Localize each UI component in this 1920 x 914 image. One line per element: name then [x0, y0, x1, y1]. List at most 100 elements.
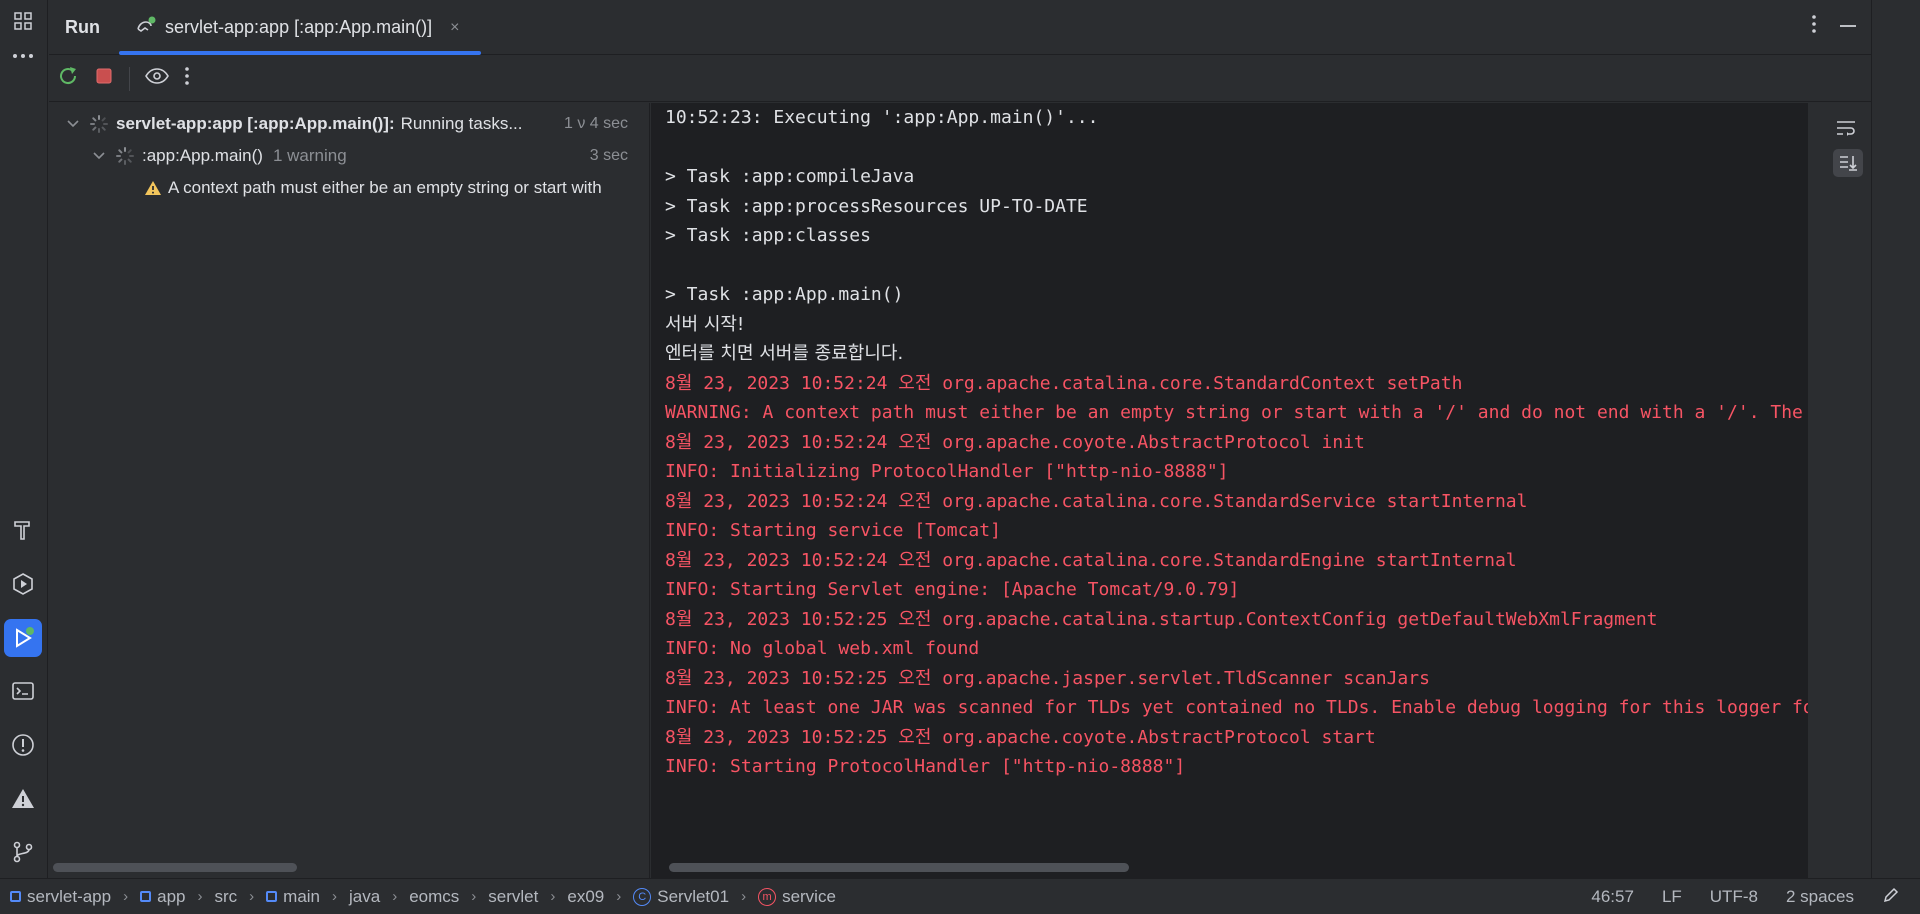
chevron-right-icon: ›: [550, 888, 556, 905]
console-line: 서버 시작!: [665, 313, 745, 335]
run-tool-header: Run servlet-app:app [:app:App.main()] ×: [49, 0, 1871, 55]
breadcrumb-label: ex09: [567, 886, 605, 906]
console-line: 8월 23, 2023 10:52:25 오전 org.apache.catal…: [665, 608, 1658, 630]
stop-icon[interactable]: [93, 65, 115, 92]
tree-root-time: 1 ν 4 sec: [563, 115, 628, 132]
console-horizontal-scrollbar[interactable]: [669, 863, 1129, 872]
active-tab-underline: [119, 51, 481, 55]
line-ending[interactable]: LF: [1662, 887, 1682, 907]
chevron-right-icon: ›: [123, 888, 129, 905]
chevron-right-icon: ›: [249, 888, 255, 905]
tab-servlet-app[interactable]: servlet-app:app [:app:App.main()] ×: [119, 0, 481, 55]
breadcrumb-item[interactable]: app: [140, 887, 185, 907]
right-tool-strip: [1871, 0, 1920, 878]
chevron-right-icon: ›: [197, 888, 203, 905]
console-lines: 10:52:23: Executing ':app:App.main()'...…: [665, 103, 1808, 782]
breadcrumb-item[interactable]: eomcs: [409, 887, 459, 907]
tree-child-name: :app:App.main(): [142, 146, 263, 165]
tab-close-icon[interactable]: ×: [450, 19, 459, 37]
breadcrumb-label: Servlet01: [657, 886, 730, 906]
module-icon: [266, 891, 278, 902]
tree-horizontal-scrollbar[interactable]: [53, 863, 297, 872]
console-line: INFO: Initializing ProtocolHandler ["htt…: [665, 461, 1229, 482]
module-icon: [10, 891, 21, 902]
toolbar-more-icon[interactable]: [184, 66, 190, 91]
chevron-right-icon: ›: [332, 888, 338, 905]
spinner-icon: [116, 147, 134, 165]
console-line: INFO: Starting service [Tomcat]: [665, 520, 1001, 541]
console-side-actions: [1808, 103, 1871, 878]
run-toolbar: [49, 56, 1871, 102]
run-tool-icon[interactable]: [4, 619, 42, 657]
breadcrumb-label: eomcs: [409, 886, 460, 906]
console-line: > Task :app:App.main(): [665, 284, 904, 305]
console-output[interactable]: 10:52:23: Executing ':app:App.main()'...…: [651, 103, 1808, 878]
console-line: WARNING: A context path must either be a…: [665, 402, 1803, 423]
tree-warning-row[interactable]: A context path must either be an empty s…: [49, 172, 649, 204]
console-line: 8월 23, 2023 10:52:24 오전 org.apache.catal…: [665, 549, 1517, 571]
view-eye-icon[interactable]: [144, 66, 170, 91]
console-line: 8월 23, 2023 10:52:25 오전 org.apache.jaspe…: [665, 667, 1430, 689]
console-line: 8월 23, 2023 10:52:25 오전 org.apache.coyot…: [665, 726, 1376, 748]
scroll-to-end-icon[interactable]: [1833, 149, 1863, 177]
console-line: 8월 23, 2023 10:52:24 오전 org.apache.coyot…: [665, 431, 1365, 453]
class-icon: C: [633, 887, 652, 906]
git-branch-icon[interactable]: [4, 833, 42, 871]
breadcrumb-label: app: [157, 886, 186, 906]
breadcrumb-item[interactable]: ex09: [567, 887, 604, 907]
breadcrumb-item[interactable]: java: [349, 887, 380, 907]
tree-root-status: Running tasks...: [400, 114, 523, 133]
breadcrumb-item[interactable]: C Servlet01: [633, 887, 729, 907]
tree-warning-text: A context path must either be an empty s…: [168, 178, 602, 197]
indent-setting[interactable]: 2 spaces: [1786, 887, 1854, 907]
breadcrumb-item[interactable]: servlet-app: [10, 887, 111, 907]
more-tools-icon[interactable]: [4, 37, 42, 75]
file-encoding[interactable]: UTF-8: [1710, 887, 1758, 907]
console-line: > Task :app:compileJava: [665, 166, 915, 187]
console-line: INFO: Starting Servlet engine: [Apache T…: [665, 579, 1240, 600]
chevron-down-icon[interactable]: [92, 152, 106, 160]
project-grid-icon[interactable]: [4, 2, 42, 40]
toolbar-separator: [129, 66, 130, 91]
minimize-icon[interactable]: [1839, 14, 1857, 39]
run-tool-title: Run: [65, 17, 100, 37]
tree-child-time: 3 sec: [589, 147, 628, 164]
chevron-right-icon: ›: [471, 888, 477, 905]
read-only-toggle-icon[interactable]: [1882, 886, 1900, 909]
chevron-right-icon: ›: [616, 888, 622, 905]
build-hammer-icon[interactable]: [4, 511, 42, 549]
chevron-right-icon: ›: [392, 888, 398, 905]
breadcrumb-label: servlet: [488, 886, 539, 906]
breadcrumb-item[interactable]: src: [214, 887, 237, 907]
breadcrumb-label: servlet-app: [27, 886, 112, 906]
options-kebab-icon[interactable]: [1811, 14, 1817, 39]
tree-root-row[interactable]: servlet-app:app [:app:App.main()]: Runni…: [49, 108, 649, 140]
build-tree-panel: servlet-app:app [:app:App.main()]: Runni…: [49, 103, 650, 878]
tree-root-name: servlet-app:app [:app:App.main()]:: [116, 114, 395, 133]
rerun-icon[interactable]: [57, 65, 79, 92]
breadcrumb-item[interactable]: m service: [758, 887, 836, 907]
chevron-right-icon: ›: [741, 888, 747, 905]
breadcrumb-item[interactable]: servlet: [488, 887, 538, 907]
breadcrumb-label: service: [782, 886, 836, 906]
status-bar: servlet-app › app › src › main › java › eomcs › serv…: [0, 878, 1920, 914]
console-line: INFO: Starting ProtocolHandler ["http-ni…: [665, 756, 1186, 777]
breadcrumb-item[interactable]: main: [266, 887, 320, 907]
tree-child-row[interactable]: :app:App.main() 1 warning 3 sec: [49, 140, 649, 172]
terminal-icon[interactable]: [4, 672, 42, 710]
gradle-run-icon: [135, 15, 157, 40]
chevron-down-icon[interactable]: [66, 120, 80, 128]
caret-position[interactable]: 46:57: [1591, 887, 1634, 907]
problems-icon[interactable]: [4, 726, 42, 764]
left-tool-strip: [0, 0, 48, 878]
soft-wrap-icon[interactable]: [1835, 119, 1857, 142]
console-line: 8월 23, 2023 10:52:24 오전 org.apache.catal…: [665, 372, 1463, 394]
warning-tool-icon[interactable]: [4, 780, 42, 818]
console-line: 8월 23, 2023 10:52:24 오전 org.apache.catal…: [665, 490, 1528, 512]
breadcrumb: servlet-app › app › src › main › java › eomcs › serv…: [0, 887, 836, 907]
console-line: INFO: No global web.xml found: [665, 638, 980, 659]
services-icon[interactable]: [4, 565, 42, 603]
module-icon: [140, 891, 152, 902]
console-line: 10:52:23: Executing ':app:App.main()'...: [665, 107, 1099, 128]
